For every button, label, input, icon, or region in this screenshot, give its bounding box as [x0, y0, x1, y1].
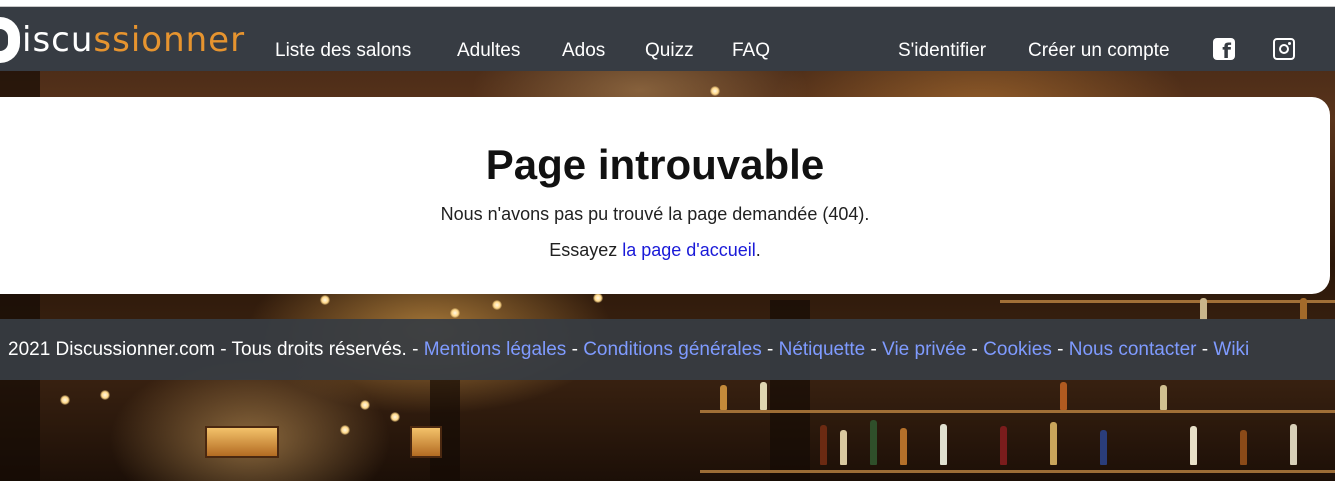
bg-lit-panel — [410, 426, 442, 458]
bg-bottle — [1190, 426, 1197, 465]
logo-wordmark: iscussionner — [22, 17, 245, 63]
bg-shelf — [700, 470, 1335, 473]
footer-link-mentions-legales[interactable]: Mentions légales — [424, 339, 567, 360]
site-logo[interactable]: iscussionner — [0, 15, 245, 65]
nav-link-quizz[interactable]: Quizz — [645, 40, 694, 62]
bg-bottle — [1200, 298, 1207, 320]
footer-link-nous-contacter[interactable]: Nous contacter — [1069, 339, 1197, 360]
bg-shelf — [1000, 300, 1335, 303]
error-message: Nous n'avons pas pu trouvé la page deman… — [440, 204, 870, 224]
nav-link-faq[interactable]: FAQ — [732, 40, 770, 62]
bg-bottle — [1060, 382, 1067, 410]
footer-separator: - — [1196, 339, 1214, 360]
bg-bottle — [1160, 385, 1167, 410]
facebook-icon[interactable]: f — [1213, 38, 1235, 61]
footer-link-cookies[interactable]: Cookies — [983, 339, 1052, 360]
bg-bottle — [720, 385, 727, 410]
footer-separator: - — [865, 339, 883, 360]
bg-bottle — [870, 420, 877, 465]
footer-copyright: 2021 Discussionner.com - Tous droits rés… — [8, 339, 407, 360]
nav-link-ados[interactable]: Ados — [562, 40, 605, 62]
bg-bottle — [1100, 430, 1107, 465]
logo-text-orange: ssionner — [93, 20, 246, 60]
logo-d-mark — [0, 17, 20, 63]
footer-separator: - — [966, 339, 984, 360]
footer-line: 2021 Discussionner.com - Tous droits rés… — [8, 339, 1249, 361]
bg-bottle — [840, 430, 847, 465]
bg-bottle — [760, 382, 767, 410]
instagram-icon[interactable] — [1273, 38, 1295, 60]
bg-light — [450, 308, 460, 318]
footer-separator: - — [1051, 339, 1069, 360]
browser-top-strip — [0, 0, 1335, 7]
bg-bottle — [1240, 430, 1247, 465]
instagram-lens — [1279, 44, 1289, 54]
footer-separator: - — [761, 339, 779, 360]
nav-link-adultes[interactable]: Adultes — [457, 40, 520, 62]
footer-separator: - — [566, 339, 584, 360]
logo-text-white: iscu — [22, 20, 94, 60]
bg-light — [593, 293, 603, 303]
error-suggestion: Essayez la page d'accueil. — [0, 240, 1330, 261]
suggestion-prefix: Essayez — [549, 240, 623, 260]
footer: 2021 Discussionner.com - Tous droits rés… — [0, 319, 1335, 380]
nav-link-liste-des-salons[interactable]: Liste des salons — [275, 40, 411, 62]
bg-bottle — [900, 428, 907, 465]
suggestion-suffix: . — [755, 240, 761, 260]
bg-bottle — [820, 425, 827, 465]
signup-link[interactable]: Créer un compte — [1028, 40, 1170, 62]
footer-link-conditions-generales[interactable]: Conditions générales — [583, 339, 762, 360]
footer-link-wiki[interactable]: Wiki — [1213, 339, 1249, 360]
bg-light — [360, 400, 370, 410]
page-title: Page introuvable — [485, 141, 825, 188]
bg-light — [100, 390, 110, 400]
bg-light — [492, 300, 502, 310]
footer-link-vie-privee[interactable]: Vie privée — [882, 339, 966, 360]
bg-lit-panel — [205, 426, 279, 458]
bg-light — [60, 395, 70, 405]
login-link[interactable]: S'identifier — [898, 40, 986, 62]
bg-light — [710, 86, 720, 96]
bg-bottle — [1290, 424, 1297, 465]
error-card: Page introuvable Nous n'avons pas pu tro… — [0, 97, 1330, 294]
bg-light — [340, 425, 350, 435]
bg-light — [320, 295, 330, 305]
bg-shelf — [700, 410, 1335, 413]
instagram-dot — [1288, 42, 1291, 45]
footer-separator: - — [406, 339, 424, 360]
footer-link-netiquette[interactable]: Nétiquette — [779, 339, 866, 360]
bg-bottle — [940, 424, 947, 465]
bg-bottle — [1000, 426, 1007, 465]
bg-bottle — [1300, 298, 1307, 320]
bg-light — [390, 412, 400, 422]
bg-bottle — [1050, 422, 1057, 465]
navbar: iscussionner Liste des salons Adultes Ad… — [0, 7, 1335, 71]
home-page-link[interactable]: la page d'accueil — [622, 240, 756, 260]
